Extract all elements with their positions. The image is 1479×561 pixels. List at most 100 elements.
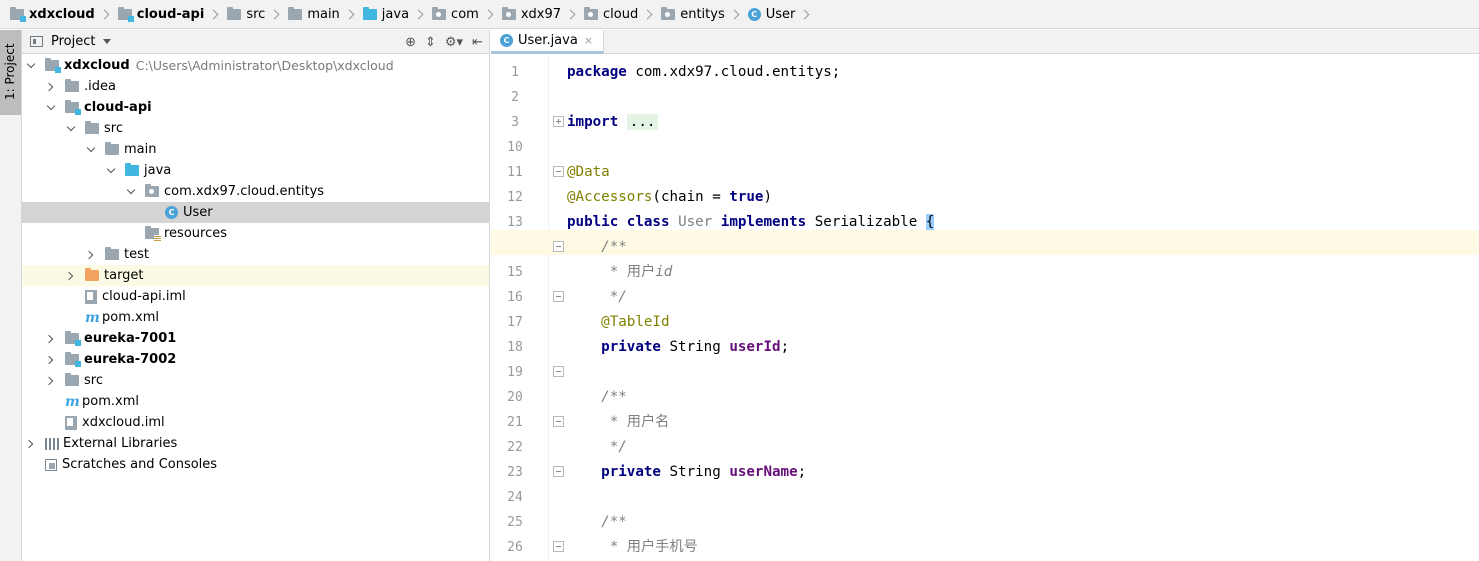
fold-collapse-icon[interactable] xyxy=(553,416,564,427)
tree-item-label: External Libraries xyxy=(63,436,178,451)
tree-item-cloud-api-iml[interactable]: cloud-api.iml xyxy=(22,286,489,307)
tree-item-main[interactable]: main xyxy=(22,139,489,160)
tree-item-package-entitys[interactable]: com.xdx97.cloud.entitys xyxy=(22,181,489,202)
tree-item-idea[interactable]: .idea xyxy=(22,76,489,97)
hide-panel-icon[interactable]: ⇤ xyxy=(472,35,483,50)
tree-item-java[interactable]: java xyxy=(22,160,489,181)
fold-collapse-icon[interactable] xyxy=(553,541,564,552)
tree-item-xdxcloud[interactable]: xdxcloud C:\Users\Administrator\Desktop\… xyxy=(22,55,489,76)
collapse-arrow-icon[interactable] xyxy=(85,249,97,261)
breadcrumb-item-src[interactable]: src xyxy=(227,0,288,28)
collapse-arrow-icon[interactable] xyxy=(65,270,77,282)
close-icon[interactable]: × xyxy=(584,34,593,47)
line-number: 23 xyxy=(507,465,523,480)
field-name: userName xyxy=(729,464,798,480)
code-line-13: public class User implements Serializabl… xyxy=(567,210,935,235)
module-folder-icon xyxy=(65,331,81,346)
tree-item-label: src xyxy=(104,121,123,136)
code-area[interactable]: package com.xdx97.cloud.entitys; import … xyxy=(491,55,1479,561)
line-number: 1 xyxy=(511,65,519,80)
tree-item-label: src xyxy=(84,373,103,388)
tree-item-path: C:\Users\Administrator\Desktop\xdxcloud xyxy=(135,58,394,73)
collapse-arrow-icon[interactable] xyxy=(45,354,57,366)
chevron-right-icon xyxy=(483,9,494,19)
dropdown-arrow-icon[interactable] xyxy=(103,39,112,44)
tree-item-root-src[interactable]: src xyxy=(22,370,489,391)
breadcrumb-item-cloud[interactable]: cloud xyxy=(584,0,661,28)
folded-imports[interactable]: ... xyxy=(626,114,659,130)
folder-icon xyxy=(105,247,119,260)
collapse-arrow-icon[interactable] xyxy=(45,375,57,387)
tree-item-pom-xml[interactable]: m pom.xml xyxy=(22,307,489,328)
expand-arrow-icon[interactable] xyxy=(125,186,137,198)
expand-arrow-icon[interactable] xyxy=(85,144,97,156)
tree-item-cloud-api[interactable]: cloud-api xyxy=(22,97,489,118)
maven-icon: m xyxy=(85,309,100,326)
fold-collapse-icon[interactable] xyxy=(553,166,564,177)
fold-collapse-icon[interactable] xyxy=(553,466,564,477)
line-number: 15 xyxy=(507,265,523,280)
package-icon xyxy=(501,6,516,20)
line-number: 10 xyxy=(507,140,523,155)
module-folder-icon xyxy=(45,58,61,73)
tab-label: User.java xyxy=(518,33,578,48)
collapse-arrow-icon[interactable] xyxy=(45,333,57,345)
locate-file-icon[interactable]: ⊕ xyxy=(405,35,416,50)
tree-item-user-class[interactable]: C User xyxy=(22,202,489,223)
code-line-17: @TableId xyxy=(567,314,670,330)
collapse-arrow-icon[interactable] xyxy=(45,81,57,93)
line-number: 25 xyxy=(507,515,523,530)
fold-expand-icon[interactable] xyxy=(553,116,564,127)
tree-item-label: eureka-7001 xyxy=(84,331,177,346)
fold-collapse-icon[interactable] xyxy=(553,366,564,377)
code-text: ; xyxy=(797,464,807,480)
breadcrumb-item-entitys[interactable]: entitys xyxy=(661,0,748,28)
project-view-selector[interactable]: Project xyxy=(51,34,95,49)
expand-arrow-icon[interactable] xyxy=(45,102,57,114)
tree-item-scratches[interactable]: Scratches and Consoles xyxy=(22,454,489,475)
line-number: 16 xyxy=(507,290,523,305)
line-number: 2 xyxy=(511,90,519,105)
class-icon: C xyxy=(165,206,178,219)
breadcrumb-item-user[interactable]: C User xyxy=(747,0,819,28)
keyword: implements xyxy=(720,214,807,230)
line-number: 22 xyxy=(507,440,523,455)
tree-item-target[interactable]: target xyxy=(22,265,489,286)
tree-item-src[interactable]: src xyxy=(22,118,489,139)
tab-user-java[interactable]: C User.java × xyxy=(491,30,605,54)
tree-item-external-libraries[interactable]: External Libraries xyxy=(22,433,489,454)
tree-item-root-pom-xml[interactable]: m pom.xml xyxy=(22,391,489,412)
tree-item-xdxcloud-iml[interactable]: xdxcloud.iml xyxy=(22,412,489,433)
tree-item-label: pom.xml xyxy=(102,310,159,325)
breadcrumb-item-xdx97[interactable]: xdx97 xyxy=(501,0,584,28)
breadcrumb-item-xdxcloud[interactable]: xdxcloud xyxy=(10,0,118,28)
expand-arrow-icon[interactable] xyxy=(65,123,77,135)
project-tool-button[interactable]: 1: Project xyxy=(0,30,21,115)
collapse-arrow-icon[interactable] xyxy=(25,438,37,450)
collapse-all-icon[interactable]: ⇕ xyxy=(425,35,436,50)
fold-collapse-icon[interactable] xyxy=(553,241,564,252)
expand-arrow-icon[interactable] xyxy=(105,165,117,177)
breadcrumb-item-main[interactable]: main xyxy=(288,0,362,28)
tree-item-eureka-7001[interactable]: eureka-7001 xyxy=(22,328,489,349)
expand-arrow-icon[interactable] xyxy=(25,60,37,72)
keyword: private xyxy=(567,339,661,355)
gear-icon[interactable]: ⚙▾ xyxy=(445,35,463,50)
breadcrumb-item-com[interactable]: com xyxy=(432,0,502,28)
code-text: com.xdx97.cloud.entitys; xyxy=(626,64,841,80)
class-name: User xyxy=(678,214,713,230)
breadcrumb-item-cloud-api[interactable]: cloud-api xyxy=(117,0,228,28)
tree-item-eureka-7002[interactable]: eureka-7002 xyxy=(22,349,489,370)
tree-item-label: pom.xml xyxy=(82,394,139,409)
fold-collapse-icon[interactable] xyxy=(553,291,564,302)
tree-item-label: cloud-api.iml xyxy=(102,289,186,304)
project-tool-label: 1: Project xyxy=(3,43,17,100)
line-number: 18 xyxy=(507,340,523,355)
project-tree: xdxcloud C:\Users\Administrator\Desktop\… xyxy=(22,54,489,475)
tree-item-label: com.xdx97.cloud.entitys xyxy=(164,184,325,199)
tree-item-resources[interactable]: resources xyxy=(22,223,489,244)
tree-item-test[interactable]: test xyxy=(22,244,489,265)
breadcrumb-item-java[interactable]: java xyxy=(362,0,432,28)
keyword: class xyxy=(626,214,670,230)
maven-icon: m xyxy=(65,393,80,410)
